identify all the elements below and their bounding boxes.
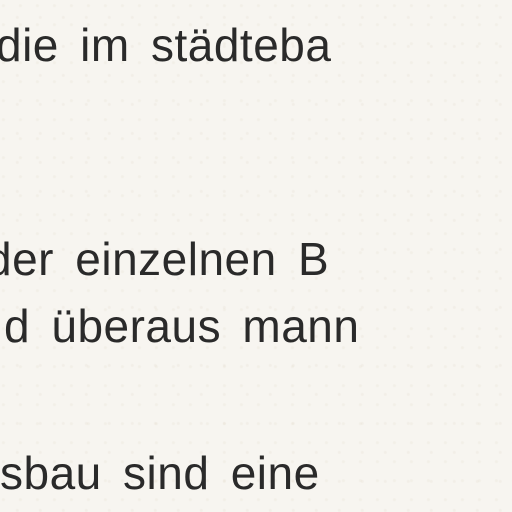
text-line-3: d überaus mann [4,300,360,352]
text-line-2: der einzelnen B [0,233,330,285]
text-line-1: die im städteba [0,19,332,71]
text-line-4: sbau sind eine [0,447,320,499]
document-page: die im städteba der einzelnen B d überau… [0,0,512,512]
